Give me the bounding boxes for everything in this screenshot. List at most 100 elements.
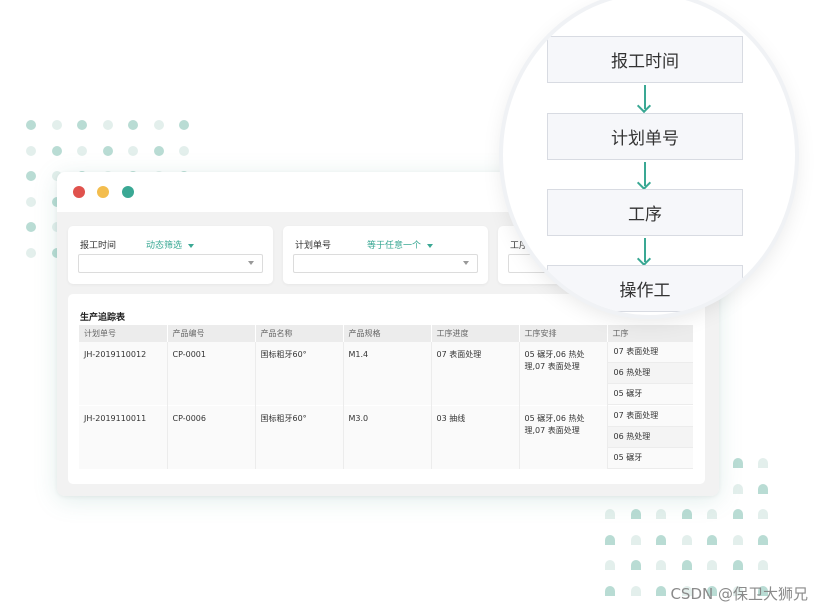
filter-label: 计划单号 <box>295 241 332 251</box>
decorative-dot <box>102 145 113 156</box>
decorative-dot <box>707 534 717 545</box>
decorative-dot <box>732 483 743 494</box>
flow-step-operator: 操作工 <box>547 265 743 312</box>
decorative-dot <box>758 534 768 545</box>
table-title: 生产追踪表 <box>80 313 126 323</box>
progress-cell: 03 抽线 <box>431 405 520 469</box>
decorative-dot <box>51 120 62 130</box>
decorative-dot <box>26 145 36 156</box>
filter-card-plan-no: 计划单号 等于任意一个 <box>283 226 488 284</box>
decorative-dot <box>605 560 615 570</box>
column-header[interactable]: 计划单号 <box>79 325 168 342</box>
table-header-row: 计划单号 产品编号 产品名称 产品规格 工序进度 工序安排 工序 <box>79 325 694 342</box>
step-item: 06 热处理 <box>607 427 693 448</box>
decorative-dot <box>605 509 615 519</box>
decorative-dot <box>630 585 641 596</box>
decorative-dot <box>681 560 692 570</box>
close-window-dot-icon[interactable] <box>73 186 85 198</box>
decorative-dot <box>26 222 36 232</box>
decorative-dot <box>630 509 641 519</box>
decorative-dot <box>732 534 743 545</box>
step-item: 05 碾牙 <box>607 384 693 405</box>
plan-no-cell: JH-2019110012 <box>79 342 168 406</box>
decorative-dot <box>656 585 666 596</box>
decorative-dot <box>656 560 666 570</box>
arrow-down-icon <box>644 238 646 262</box>
decorative-dot <box>26 196 36 207</box>
decorative-dot <box>179 120 189 130</box>
product-name-cell: 国标粗牙60° <box>255 405 344 469</box>
arrangement-cell: 05 碾牙,06 热处理,07 表面处理 <box>519 342 608 406</box>
decorative-dot <box>605 534 615 545</box>
decorative-dot <box>26 247 36 258</box>
decorative-dot <box>630 560 641 570</box>
decorative-dot <box>26 171 36 181</box>
decorative-dot <box>758 509 768 519</box>
decorative-dot <box>153 120 164 130</box>
product-name-cell: 国标粗牙60° <box>255 342 344 406</box>
tracking-table-card: 生产追踪表 计划单号 产品编号 产品名称 产品规格 工序进度 工序安排 工序 J… <box>68 294 705 484</box>
decorative-dot <box>758 483 768 494</box>
column-header[interactable]: 工序安排 <box>519 325 608 342</box>
product-no-cell: CP-0006 <box>167 405 256 469</box>
column-header[interactable]: 产品规格 <box>343 325 432 342</box>
product-no-cell: CP-0001 <box>167 342 256 406</box>
decorative-dot <box>102 120 113 130</box>
arrow-down-icon <box>644 162 646 186</box>
caret-down-icon <box>188 243 195 248</box>
decorative-dot <box>656 534 666 545</box>
magnified-flow-callout: 报工时间 计划单号 工序 操作工 <box>503 0 795 315</box>
maximize-window-dot-icon[interactable] <box>122 186 134 198</box>
caret-down-icon <box>427 243 434 248</box>
arrangement-cell: 05 碾牙,06 热处理,07 表面处理 <box>519 405 608 469</box>
step-item: 07 表面处理 <box>607 406 693 427</box>
filter-mode-label: 动态筛选 <box>146 241 183 251</box>
tracking-table: 计划单号 产品编号 产品名称 产品规格 工序进度 工序安排 工序 JH-2019… <box>79 325 694 469</box>
arrow-down-icon <box>644 85 646 109</box>
minimize-window-dot-icon[interactable] <box>97 186 109 198</box>
column-header[interactable]: 产品名称 <box>255 325 344 342</box>
column-header[interactable]: 工序进度 <box>431 325 520 342</box>
filter-label: 报工时间 <box>80 241 117 251</box>
column-header[interactable]: 工序 <box>607 325 694 342</box>
table-row[interactable]: JH-2019110012 CP-0001 国标粗牙60° M1.4 07 表面… <box>79 342 693 406</box>
decorative-dot <box>605 585 615 596</box>
filter-mode-dropdown[interactable]: 等于任意一个 <box>367 238 434 251</box>
decorative-dot <box>153 145 164 156</box>
decorative-dot <box>681 534 692 545</box>
progress-cell: 07 表面处理 <box>431 342 520 406</box>
watermark: CSDN @保卫大狮兄 <box>670 585 808 603</box>
decorative-dot <box>758 560 768 570</box>
decorative-dot <box>732 509 743 519</box>
step-item: 07 表面处理 <box>607 342 693 363</box>
decorative-dot <box>128 120 138 130</box>
decorative-dot <box>681 509 692 519</box>
steps-cell: 07 表面处理 06 热处理 05 碾牙 <box>607 405 693 469</box>
decorative-dot <box>630 534 641 545</box>
step-item: 06 热处理 <box>607 363 693 384</box>
flow-step-report-time: 报工时间 <box>547 36 743 83</box>
caret-down-icon <box>248 261 254 265</box>
filter-card-report-time: 报工时间 动态筛选 <box>68 226 273 284</box>
decorative-dot <box>77 120 87 130</box>
decorative-dot <box>707 509 717 519</box>
decorative-dot <box>656 509 666 519</box>
table-row[interactable]: JH-2019110011 CP-0006 国标粗牙60° M3.0 03 抽线… <box>79 405 693 469</box>
filter-select[interactable] <box>78 254 263 273</box>
decorative-dot <box>732 560 743 570</box>
decorative-dot <box>26 120 36 130</box>
flow-step-process: 工序 <box>547 189 743 236</box>
plan-no-cell: JH-2019110011 <box>79 405 168 469</box>
decorative-dot <box>51 145 62 156</box>
decorative-dot <box>707 560 717 570</box>
spec-cell: M1.4 <box>343 342 432 406</box>
filter-mode-label: 等于任意一个 <box>367 241 422 251</box>
decorative-dot <box>732 458 743 468</box>
column-header[interactable]: 产品编号 <box>167 325 256 342</box>
decorative-dot <box>179 145 189 156</box>
decorative-dot <box>758 458 768 468</box>
filter-select[interactable] <box>293 254 478 273</box>
caret-down-icon <box>463 261 469 265</box>
spec-cell: M3.0 <box>343 405 432 469</box>
filter-mode-dropdown[interactable]: 动态筛选 <box>146 238 195 251</box>
